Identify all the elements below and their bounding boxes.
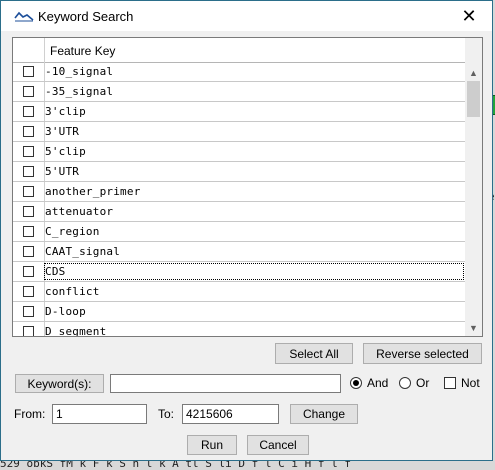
- row-checkbox[interactable]: [23, 326, 34, 336]
- scroll-up-arrow-icon[interactable]: ▲: [465, 64, 482, 81]
- feature-key-cell: 3'UTR: [45, 125, 80, 138]
- row-checkbox-cell: [13, 122, 45, 141]
- feature-key-cell: C_region: [45, 225, 100, 238]
- and-label[interactable]: And: [367, 376, 388, 390]
- table-row[interactable]: 3'UTR: [13, 122, 465, 142]
- app-logo-icon: [14, 11, 34, 22]
- feature-key-cell: another_primer: [45, 185, 141, 198]
- feature-key-cell: -35_signal: [45, 85, 114, 98]
- table-row[interactable]: C_region: [13, 222, 465, 242]
- feature-key-cell: 5'clip: [45, 145, 86, 158]
- row-checkbox[interactable]: [23, 306, 34, 317]
- close-button[interactable]: ✕: [446, 1, 492, 31]
- column-header-feature-key[interactable]: Feature Key: [50, 44, 115, 58]
- to-label: To:: [158, 407, 175, 421]
- row-checkbox-cell: [13, 162, 45, 181]
- feature-key-cell: -10_signal: [45, 65, 114, 78]
- or-label[interactable]: Or: [416, 376, 429, 390]
- and-radio[interactable]: [350, 377, 362, 389]
- title-bar[interactable]: Keyword Search ✕: [1, 1, 492, 31]
- not-label[interactable]: Not: [461, 376, 480, 390]
- row-checkbox-cell: [13, 102, 45, 121]
- row-checkbox-cell: [13, 62, 45, 81]
- row-checkbox-cell: [13, 182, 45, 201]
- keywords-button[interactable]: Keyword(s):: [15, 374, 104, 393]
- feature-key-cell: D-loop: [45, 305, 86, 318]
- reverse-selected-button[interactable]: Reverse selected: [363, 343, 482, 364]
- table-row[interactable]: CDS: [13, 262, 465, 282]
- row-checkbox[interactable]: [23, 226, 34, 237]
- row-checkbox-cell: [13, 242, 45, 261]
- row-checkbox-cell: [13, 322, 45, 336]
- row-checkbox[interactable]: [23, 266, 34, 277]
- change-button[interactable]: Change: [290, 404, 358, 424]
- row-checkbox-cell: [13, 282, 45, 301]
- or-radio[interactable]: [399, 377, 411, 389]
- feature-key-cell: 3'clip: [45, 105, 86, 118]
- scroll-thumb[interactable]: [467, 81, 480, 117]
- feature-key-cell: D_segment: [45, 325, 107, 337]
- header-checkbox-column: [13, 38, 45, 62]
- feature-key-table[interactable]: Feature Key -10_signal -35_signal 3'clip 3'…: [12, 37, 483, 337]
- row-checkbox[interactable]: [23, 166, 34, 177]
- scroll-down-arrow-icon[interactable]: ▼: [465, 319, 482, 336]
- to-input[interactable]: [182, 404, 279, 424]
- feature-key-cell: conflict: [45, 285, 100, 298]
- table-row[interactable]: D_segment: [13, 322, 465, 337]
- table-row[interactable]: 5'UTR: [13, 162, 465, 182]
- close-icon: ✕: [461, 5, 477, 26]
- row-checkbox-cell: [13, 142, 45, 161]
- row-checkbox[interactable]: [23, 66, 34, 77]
- table-row[interactable]: conflict: [13, 282, 465, 302]
- table-row[interactable]: attenuator: [13, 202, 465, 222]
- row-checkbox[interactable]: [23, 106, 34, 117]
- table-row[interactable]: 5'clip: [13, 142, 465, 162]
- select-all-button[interactable]: Select All: [275, 343, 353, 364]
- table-row[interactable]: D-loop: [13, 302, 465, 322]
- table-rows: -10_signal -35_signal 3'clip 3'UTR 5'clip 5'U…: [13, 62, 465, 337]
- from-input[interactable]: [52, 404, 147, 424]
- from-label: From:: [14, 407, 46, 421]
- vertical-scrollbar[interactable]: ▲ ▼: [465, 38, 482, 336]
- table-row[interactable]: -10_signal: [13, 62, 465, 82]
- table-row[interactable]: 3'clip: [13, 102, 465, 122]
- row-checkbox-cell: [13, 222, 45, 241]
- not-checkbox[interactable]: [444, 377, 456, 389]
- table-row[interactable]: another_primer: [13, 182, 465, 202]
- row-checkbox[interactable]: [23, 286, 34, 297]
- window-title: Keyword Search: [38, 9, 134, 24]
- row-checkbox[interactable]: [23, 186, 34, 197]
- feature-key-cell: CAAT_signal: [45, 245, 121, 258]
- feature-key-cell: CDS: [44, 263, 464, 280]
- row-checkbox[interactable]: [23, 206, 34, 217]
- row-checkbox[interactable]: [23, 86, 34, 97]
- row-checkbox-cell: [13, 82, 45, 101]
- row-checkbox-cell: [13, 302, 45, 321]
- row-checkbox-cell: [13, 202, 45, 221]
- table-row[interactable]: CAAT_signal: [13, 242, 465, 262]
- table-header: Feature Key: [13, 38, 465, 63]
- cancel-button[interactable]: Cancel: [247, 435, 309, 455]
- table-row[interactable]: -35_signal: [13, 82, 465, 102]
- keyword-search-dialog: Keyword Search ✕ Feature Key -10_signal -…: [0, 0, 493, 461]
- row-checkbox[interactable]: [23, 126, 34, 137]
- feature-key-cell: 5'UTR: [45, 165, 80, 178]
- row-checkbox[interactable]: [23, 146, 34, 157]
- row-checkbox[interactable]: [23, 246, 34, 257]
- run-button[interactable]: Run: [187, 435, 237, 455]
- feature-key-cell: attenuator: [45, 205, 114, 218]
- keyword-input[interactable]: [110, 374, 341, 393]
- row-checkbox-cell: [13, 262, 45, 281]
